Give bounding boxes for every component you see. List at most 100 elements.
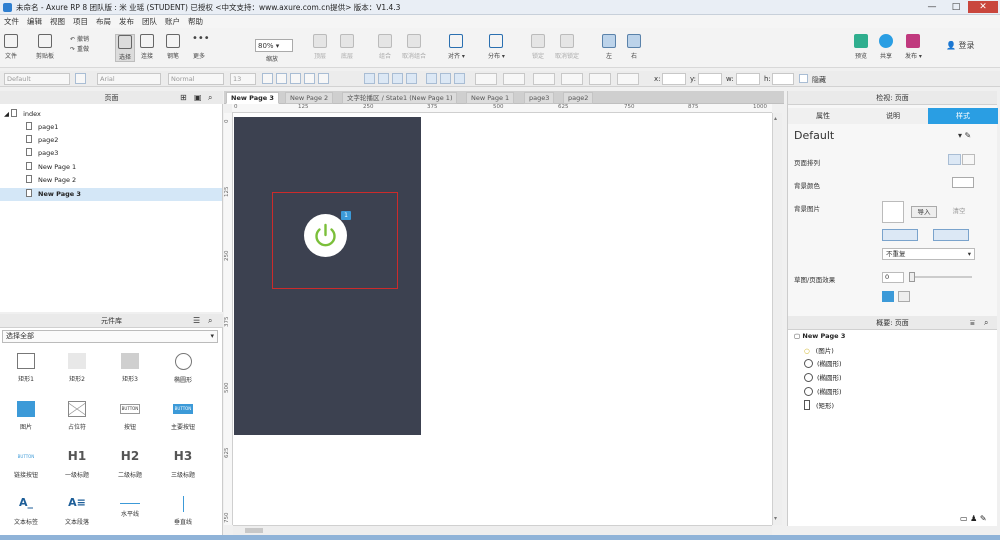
align-right-icon[interactable] (392, 73, 403, 84)
sketch-slider[interactable] (910, 276, 972, 278)
menu-help[interactable]: 帮助 (184, 15, 207, 28)
library-filter-select[interactable]: 选择全部 ▾ (2, 330, 218, 343)
style-name[interactable]: Default (794, 129, 834, 142)
outline-item[interactable]: (椭圆形) (804, 358, 842, 368)
widget-hline[interactable]: 水平线 (110, 496, 150, 518)
menu-icon[interactable]: ☰ (193, 314, 200, 328)
widget-link-button[interactable]: BUTTON 链接按钮 (6, 449, 46, 479)
select-tool[interactable]: 选择 (115, 34, 135, 62)
clear-button[interactable]: 清空 (946, 206, 972, 218)
vertical-scrollbar[interactable]: ▴ ▾ (772, 113, 782, 525)
line-style-select[interactable] (589, 73, 611, 85)
outline-item[interactable]: ○ (图片) (804, 345, 834, 355)
style-select[interactable]: Default (4, 73, 70, 85)
file-button[interactable]: 文件 (4, 34, 18, 60)
line-color-select[interactable] (533, 73, 555, 85)
undo-button[interactable]: ↶ 撤销 (70, 35, 89, 45)
pen-tool[interactable]: 钢笔 (166, 34, 180, 60)
sketch-input[interactable]: 0 (882, 272, 904, 283)
bg-vertical-align-group[interactable] (933, 229, 969, 241)
outline-item[interactable]: (椭圆形) (804, 372, 842, 382)
widget-text-label[interactable]: A_ 文本标签 (6, 496, 46, 526)
filter-icon[interactable]: ⩸ (970, 316, 975, 330)
bg-image-preview[interactable] (882, 201, 904, 223)
align-left-icon[interactable] (364, 73, 375, 84)
clipboard-button[interactable]: 剪贴板 (36, 34, 54, 60)
italic-icon[interactable] (276, 73, 287, 84)
bring-top-button[interactable]: 顶层 (313, 34, 327, 60)
tree-item-page3[interactable]: page3 (26, 147, 58, 160)
tab-notes[interactable]: 说明 (858, 108, 928, 124)
outline-root[interactable]: ▢ New Page 3 (794, 332, 845, 340)
connect-tool[interactable]: 连接 (140, 34, 154, 60)
menu-edit[interactable]: 编辑 (23, 15, 46, 28)
widget-h3[interactable]: H3 三级标题 (163, 449, 203, 479)
publish-button[interactable]: 发布 ▾ (905, 34, 922, 60)
menu-publish[interactable]: 发布 (115, 15, 138, 28)
add-page-icon[interactable]: ⊞ (180, 91, 187, 105)
bg-color-picker[interactable] (952, 177, 974, 188)
font-select[interactable]: Arial (97, 73, 161, 85)
align-left-page-icon[interactable] (948, 154, 961, 165)
valign-top-icon[interactable] (426, 73, 437, 84)
tab-style[interactable]: 样式 (928, 108, 998, 124)
tree-item-page1[interactable]: page1 (26, 121, 58, 134)
align-center-icon[interactable] (378, 73, 389, 84)
x-input[interactable] (662, 73, 686, 85)
widget-h1[interactable]: H1 一级标题 (57, 449, 97, 479)
status-icons[interactable]: ▭ ♟ ✎ (960, 514, 987, 523)
widget-text-paragraph[interactable]: A≡ 文本段落 (57, 496, 97, 526)
y-input[interactable] (698, 73, 722, 85)
widget-rect2[interactable]: 矩形2 (57, 353, 97, 383)
widget-button[interactable]: BUTTON 按钮 (110, 401, 150, 431)
tab-new-page-3[interactable]: New Page 3 (226, 92, 279, 104)
left-panel-toggle[interactable]: 左 (602, 34, 616, 60)
widget-rect3[interactable]: 矩形3 (110, 353, 150, 383)
tab-new-page-1[interactable]: New Page 1 (466, 92, 515, 104)
share-button[interactable]: 共享 (879, 34, 893, 60)
style-dropdown-icon[interactable]: ▾ ✎ (958, 131, 971, 140)
minimize-button[interactable]: — (921, 1, 943, 13)
tab-page3[interactable]: page3 (524, 92, 555, 104)
menu-view[interactable]: 视图 (46, 15, 69, 28)
scroll-down-icon[interactable]: ▾ (774, 515, 777, 522)
tree-item-page2[interactable]: page2 (26, 134, 58, 147)
add-folder-icon[interactable]: ▣ (194, 91, 202, 105)
tab-properties[interactable]: 属性 (788, 108, 858, 124)
search-icon[interactable]: ⌕ (208, 91, 212, 105)
more-tool[interactable]: ••• 更多 (192, 34, 210, 61)
menu-file[interactable]: 文件 (0, 15, 23, 28)
tab-new-page-2[interactable]: New Page 2 (285, 92, 334, 104)
send-bottom-button[interactable]: 底层 (340, 34, 354, 60)
group-button[interactable]: 组合 (378, 34, 392, 60)
right-panel-toggle[interactable]: 右 (627, 34, 641, 60)
login-button[interactable]: 👤 登录 (946, 40, 975, 51)
tab-text-carousel-state1[interactable]: 文字轮播区 / State1 (New Page 1) (342, 92, 458, 104)
font-weight-select[interactable]: Normal (168, 73, 224, 85)
bold-icon[interactable] (262, 73, 273, 84)
bg-repeat-select[interactable]: 不重复 ▾ (882, 248, 975, 260)
ungroup-button[interactable]: 取消组合 (402, 34, 426, 60)
search-icon[interactable]: ⌕ (984, 316, 988, 330)
power-button-widget[interactable] (304, 214, 347, 257)
tree-item-new-page-1[interactable]: New Page 1 (26, 161, 76, 174)
font-color-icon[interactable] (304, 73, 315, 84)
fill-color-select[interactable] (475, 73, 497, 85)
bullet-icon[interactable] (318, 73, 329, 84)
widget-placeholder[interactable]: 占位符 (57, 401, 97, 431)
horizontal-scrollbar[interactable] (233, 525, 772, 535)
valign-bottom-icon[interactable] (454, 73, 465, 84)
outline-item[interactable]: (矩形) (804, 400, 834, 410)
menu-account[interactable]: 账户 (161, 15, 184, 28)
scroll-up-icon[interactable]: ▴ (774, 115, 777, 122)
import-button[interactable]: 导入 (911, 206, 937, 218)
widget-h2[interactable]: H2 二级标题 (110, 449, 150, 479)
search-icon[interactable]: ⌕ (208, 314, 212, 328)
line-width-select[interactable] (561, 73, 583, 85)
bg-horizontal-align-group[interactable] (882, 229, 918, 241)
font-size-select[interactable]: 13 (230, 73, 256, 85)
align-center-page-icon[interactable] (962, 154, 975, 165)
outline-item[interactable]: (椭圆形) (804, 386, 842, 396)
tree-item-new-page-2[interactable]: New Page 2 (26, 174, 76, 187)
style-manager-icon[interactable] (75, 73, 86, 84)
